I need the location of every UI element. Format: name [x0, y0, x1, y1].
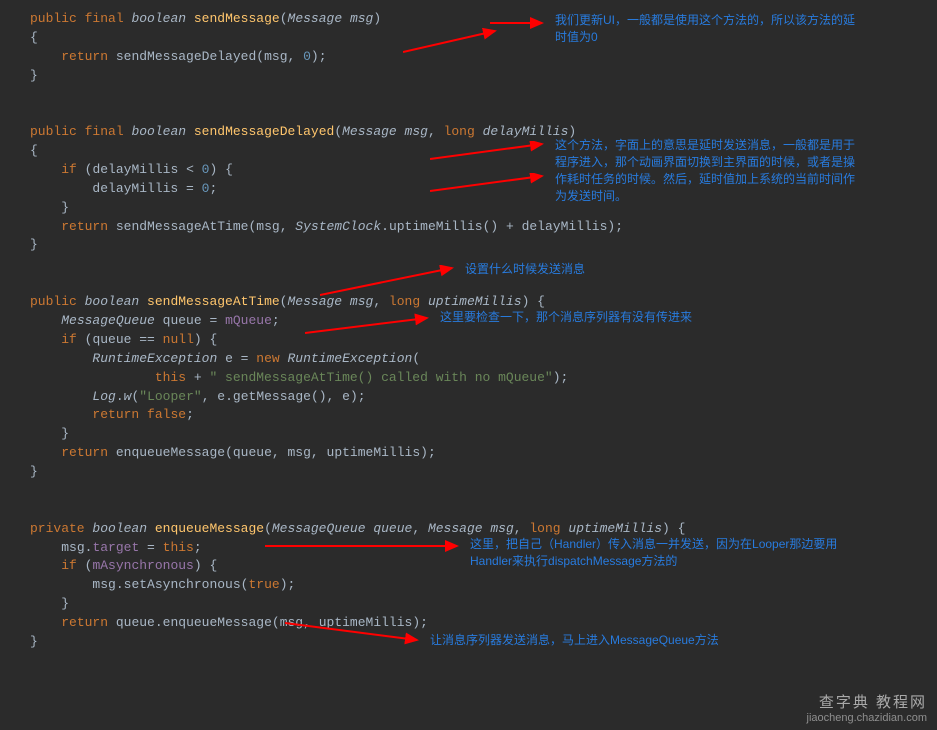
code-block-sendMessageAtTime: 设置什么时候发送消息 public boolean sendMessageAtT… [30, 293, 917, 481]
code-block-sendMessage: public final boolean sendMessage(Message… [30, 10, 917, 85]
annotation-enqueue: 让消息序列器发送消息，马上进入MessageQueue方法 [430, 632, 719, 649]
watermark: 查字典 教程网 jiaocheng.chazidian.com [807, 691, 927, 724]
annotation-update-ui: 我们更新UI，一般都是使用这个方法的，所以该方法的延时值为0 [555, 12, 855, 46]
annotation-delayed: 这个方法，字面上的意思是延时发送消息，一般都是用于程序进入，那个动画界面切换到主… [555, 137, 855, 204]
code-block-enqueueMessage: private boolean enqueueMessage(MessageQu… [30, 520, 917, 652]
code-block-sendMessageDelayed: public final boolean sendMessageDelayed(… [30, 123, 917, 255]
annotation-target-this: 这里，把自己（Handler）传入消息一并发送，因为在Looper那边要用Han… [470, 536, 837, 570]
annotation-when-send: 设置什么时候发送消息 [465, 261, 585, 278]
annotation-check-queue: 这里要检查一下，那个消息序列器有没有传进来 [440, 309, 692, 326]
